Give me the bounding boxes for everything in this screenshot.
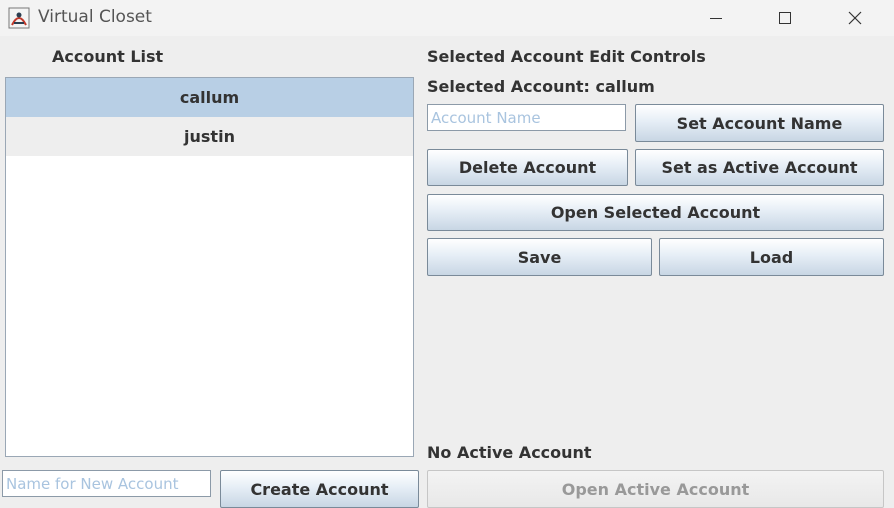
account-list-heading: Account List (52, 47, 164, 66)
window-title: Virtual Closet (38, 7, 152, 27)
set-account-name-button[interactable]: Set Account Name (635, 104, 884, 142)
selected-account-label: Selected Account: callum (427, 77, 655, 96)
title-bar: Virtual Closet (0, 0, 894, 36)
save-button[interactable]: Save (427, 238, 652, 276)
create-account-button[interactable]: Create Account (220, 470, 419, 508)
close-button[interactable] (827, 0, 883, 36)
java-app-icon (8, 7, 30, 29)
account-list[interactable]: callum justin (5, 77, 414, 457)
edit-controls-heading: Selected Account Edit Controls (427, 47, 706, 66)
minimize-button[interactable] (688, 0, 744, 36)
account-name-input[interactable] (427, 104, 626, 131)
main-window: Virtual Closet Account List callum justi… (0, 0, 894, 508)
list-item-callum[interactable]: callum (6, 78, 413, 117)
list-item-justin[interactable]: justin (6, 117, 413, 156)
close-icon (848, 11, 862, 25)
list-item-label: justin (184, 127, 235, 146)
maximize-button[interactable] (757, 0, 813, 36)
open-active-account-button: Open Active Account (427, 470, 884, 508)
load-button[interactable]: Load (659, 238, 884, 276)
set-active-account-button[interactable]: Set as Active Account (635, 149, 884, 186)
minimize-icon (710, 18, 722, 19)
maximize-icon (779, 12, 791, 24)
open-selected-account-button[interactable]: Open Selected Account (427, 194, 884, 231)
active-account-status: No Active Account (427, 443, 592, 462)
list-item-label: callum (179, 88, 240, 107)
delete-account-button[interactable]: Delete Account (427, 149, 628, 186)
new-account-name-input[interactable] (2, 470, 211, 497)
